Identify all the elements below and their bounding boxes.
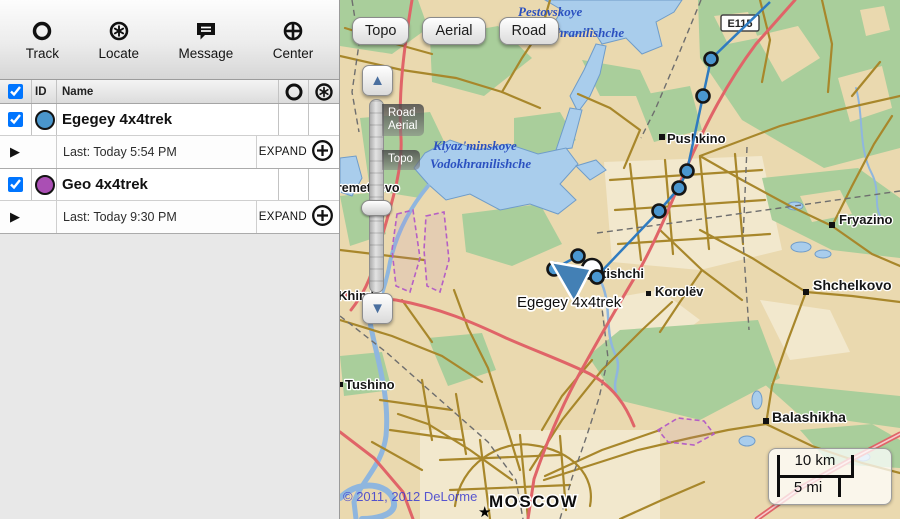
message-icon [193, 19, 219, 43]
map-image[interactable]: E115 Pestovskoye Vodokhranilishche Klyaz… [340, 0, 900, 519]
zoom-slider-thumb[interactable] [361, 200, 392, 216]
tracker-map-label: Egegey 4x4trek [517, 294, 622, 311]
label-shchelkovo: Shchelkovo [813, 277, 892, 293]
expand-arrow-icon[interactable]: ▶ [0, 136, 57, 168]
aerial-button[interactable]: Aerial [422, 17, 485, 45]
track-icon [30, 19, 54, 43]
track-point[interactable] [653, 205, 666, 218]
label-klyazminskoye-line1: Klyaz'minskoye [432, 138, 517, 153]
select-all-checkbox[interactable] [8, 84, 23, 99]
scale-mi-label: 5 mi [783, 479, 833, 496]
sidebar: Track Locate [0, 0, 340, 519]
center-button-label: Center [273, 46, 314, 61]
tracker-id-dot [35, 175, 55, 195]
center-button[interactable]: Center [273, 19, 314, 61]
track-button-label: Track [26, 46, 59, 61]
expand-button[interactable]: EXPAND [257, 136, 339, 168]
tracking-app: Track Locate [0, 0, 900, 519]
zoom-level-label-road-aerial: Road Aerial [382, 104, 424, 136]
expand-label: EXPAND [259, 146, 307, 158]
topo-button[interactable]: Topo [352, 17, 409, 45]
tracker-id-dot [35, 110, 55, 130]
label-korolev: Korolëv [655, 284, 704, 299]
expand-plus-icon [311, 204, 334, 230]
track-point[interactable] [705, 53, 718, 66]
tracker-detail-row: ▶ Last: Today 9:30 PM EXPAND [0, 201, 339, 234]
locate-column-icon[interactable] [309, 80, 339, 103]
track-column-icon[interactable] [279, 80, 309, 103]
track-last-point[interactable] [591, 271, 604, 284]
locate-button[interactable]: Locate [98, 19, 139, 61]
tracker-name: Geo 4x4trek [57, 169, 279, 200]
tracker-row[interactable]: Egegey 4x4trek [0, 104, 339, 136]
message-button-label: Message [178, 46, 233, 61]
scale-km-label: 10 km [783, 452, 847, 469]
tracker-checkbox[interactable] [8, 112, 23, 127]
label-fryazino: Fryazino [839, 212, 893, 227]
zoom-in-button[interactable]: ▲ [362, 65, 393, 96]
tracker-name: Egegey 4x4trek [57, 104, 279, 135]
zoom-label-road: Road [388, 107, 417, 120]
chevron-up-icon: ▲ [370, 72, 385, 89]
tracker-detail-row: ▶ Last: Today 5:54 PM EXPAND [0, 136, 339, 169]
tracker-row[interactable]: Geo 4x4trek [0, 169, 339, 201]
chevron-down-icon: ▼ [370, 300, 385, 317]
zoom-label-aerial: Aerial [388, 120, 417, 133]
expand-plus-icon [311, 139, 334, 165]
zoom-level-label-topo: Topo [382, 150, 420, 170]
track-point[interactable] [572, 250, 585, 263]
toolbar: Track Locate [0, 0, 339, 80]
last-report-time: Last: Today 9:30 PM [57, 201, 257, 233]
last-report-time: Last: Today 5:54 PM [57, 136, 257, 168]
copyright-text: © 2011, 2012 DeLorme [343, 489, 477, 504]
label-moscow: MOSCOW [489, 492, 578, 511]
tracker-checkbox[interactable] [8, 177, 23, 192]
track-point[interactable] [681, 165, 694, 178]
expand-label: EXPAND [259, 211, 307, 223]
road-button[interactable]: Road [499, 17, 560, 45]
label-tushino: Tushino [345, 377, 395, 392]
label-balashikha: Balashikha [772, 409, 846, 425]
scale-km-tick [851, 455, 854, 478]
locate-button-label: Locate [98, 46, 139, 61]
map-scale: 10 km 5 mi [768, 448, 892, 505]
locate-icon [107, 19, 131, 43]
tracker-table: ID Name [0, 80, 339, 234]
scale-baseline [777, 475, 854, 478]
expand-arrow-icon[interactable]: ▶ [0, 201, 57, 233]
map-type-buttons: Topo Aerial Road [352, 17, 559, 45]
expand-button[interactable]: EXPAND [257, 201, 339, 233]
map-canvas[interactable]: E115 Pestovskoye Vodokhranilishche Klyaz… [340, 0, 900, 519]
id-column-header: ID [32, 80, 57, 103]
track-point[interactable] [697, 90, 710, 103]
zoom-out-button[interactable]: ▼ [362, 293, 393, 324]
name-column-header: Name [57, 80, 279, 103]
scale-mi-tick [838, 475, 841, 497]
moscow-star-icon: ★ [478, 504, 491, 519]
label-klyazminskoye-line2: Vodokhranilishche [430, 156, 531, 171]
message-button[interactable]: Message [178, 19, 233, 61]
track-point[interactable] [673, 182, 686, 195]
table-header: ID Name [0, 80, 339, 104]
center-crosshair-icon [281, 19, 305, 43]
track-button[interactable]: Track [26, 19, 59, 61]
